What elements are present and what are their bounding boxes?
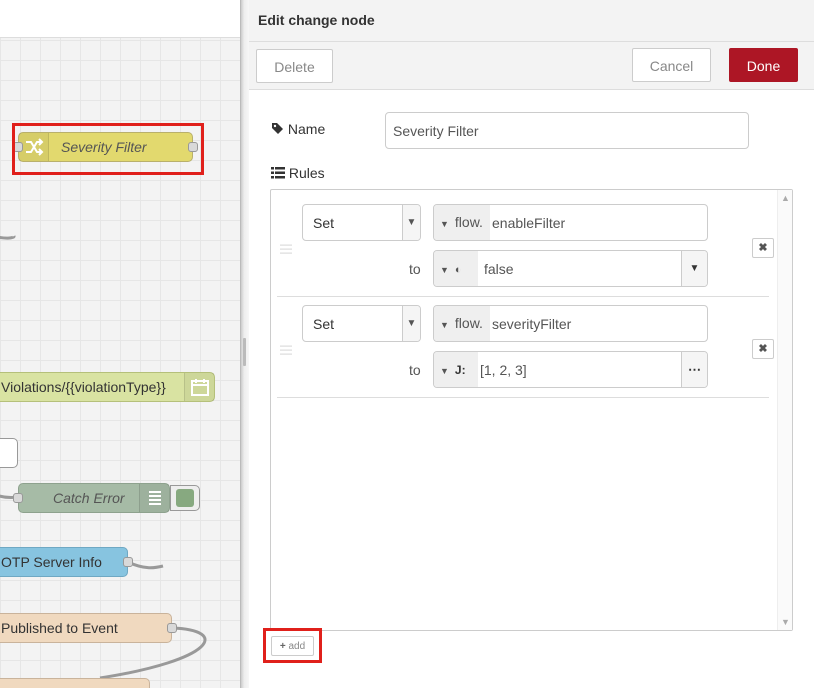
- value-text: [1, 2, 3]: [480, 362, 527, 378]
- delete-rule-button[interactable]: ✖: [752, 238, 774, 258]
- target-type-select[interactable]: ▼ flow.: [434, 306, 490, 341]
- flow-workspace[interactable]: Severity Filter Violations/{{violationTy…: [0, 0, 240, 688]
- add-button-highlight: [263, 628, 322, 663]
- tray-header: Edit change node: [249, 0, 814, 42]
- rule-row: — — — Set ▼ ▼ flow. enableFilter to ▼ ◐ fals…: [277, 196, 774, 297]
- target-type-select[interactable]: ▼ flow.: [434, 205, 490, 240]
- caret-down-icon: ▼: [440, 366, 449, 376]
- name-input[interactable]: [385, 112, 749, 149]
- name-label: Name: [271, 121, 325, 137]
- calendar-icon: [184, 373, 214, 401]
- output-port[interactable]: [167, 623, 177, 633]
- input-port[interactable]: [13, 493, 23, 503]
- chevron-down-icon[interactable]: ▼: [681, 251, 707, 286]
- rule-action-value: Set: [313, 215, 335, 231]
- edit-tray: Edit change node Delete Cancel Done Name…: [249, 0, 814, 688]
- rule-action-select[interactable]: Set ▼: [302, 204, 421, 241]
- list-icon: [139, 484, 169, 512]
- flow-wires: [0, 235, 207, 680]
- json-icon: J:: [454, 363, 466, 377]
- wire-3: [127, 560, 164, 570]
- selection-highlight: [12, 123, 204, 175]
- tray-toolbar: Delete Cancel Done: [249, 42, 814, 90]
- rule-action-value: Set: [313, 316, 335, 332]
- done-button[interactable]: Done: [729, 48, 798, 82]
- rule-value-input[interactable]: ▼ J: [1, 2, 3] ⋯: [433, 351, 708, 388]
- catch-error-node[interactable]: Catch Error: [13, 483, 170, 513]
- chevron-down-icon: ▼: [402, 205, 420, 240]
- to-label: to: [409, 362, 421, 378]
- node-label: Published to Event: [1, 620, 118, 636]
- caret-down-icon: ▼: [440, 320, 449, 330]
- rules-label-text: Rules: [288, 165, 325, 181]
- rules-scrollbar[interactable]: ▲ ▼: [777, 190, 792, 630]
- to-label: to: [409, 261, 421, 277]
- target-value: enableFilter: [492, 215, 566, 231]
- caret-down-icon: ▼: [440, 219, 449, 229]
- violations-node[interactable]: Violations/{{violationType}}: [0, 372, 215, 402]
- rules-label: Rules: [271, 165, 325, 181]
- value-text: false: [484, 261, 514, 277]
- node-label: OTP Server Info: [1, 554, 102, 570]
- partial-node[interactable]: [0, 678, 150, 688]
- published-to-event-node[interactable]: Published to Event: [0, 613, 177, 643]
- drag-handle-icon[interactable]: — — —: [280, 238, 292, 258]
- delete-button[interactable]: Delete: [256, 49, 333, 83]
- list-icon: [271, 165, 289, 181]
- chevron-down-icon: ▼: [402, 306, 420, 341]
- rule-action-select[interactable]: Set ▼: [302, 305, 421, 342]
- caret-down-icon: ▼: [440, 265, 449, 275]
- name-label-text: Name: [287, 121, 326, 137]
- scroll-down-icon[interactable]: ▼: [781, 617, 790, 627]
- blank-node[interactable]: [0, 438, 18, 468]
- target-value: severityFilter: [492, 316, 572, 332]
- value-type-select[interactable]: ▼ J:: [434, 352, 478, 387]
- value-type-select[interactable]: ▼ ◐: [434, 251, 478, 286]
- drag-handle-icon[interactable]: — — —: [280, 339, 292, 359]
- rule-target-input[interactable]: ▼ flow. severityFilter: [433, 305, 708, 342]
- node-toggle-button[interactable]: [170, 485, 200, 511]
- rule-value-input[interactable]: ▼ ◐ false ▼: [433, 250, 708, 287]
- rules-list: — — — Set ▼ ▼ flow. enableFilter to ▼ ◐ fals…: [270, 189, 793, 631]
- node-label: Violations/{{violationType}}: [1, 379, 166, 395]
- ellipsis-icon[interactable]: ⋯: [681, 352, 707, 387]
- tag-icon: [271, 121, 288, 137]
- otp-server-info-node[interactable]: OTP Server Info: [0, 547, 133, 577]
- tray-resize-handle[interactable]: [243, 338, 246, 366]
- wire-1: [0, 235, 16, 240]
- boolean-icon: ◐: [454, 264, 462, 276]
- rule-row: — — — Set ▼ ▼ flow. severityFilter to ▼ J: […: [277, 297, 774, 398]
- scroll-up-icon[interactable]: ▲: [781, 193, 790, 203]
- cancel-button[interactable]: Cancel: [632, 48, 711, 82]
- rule-target-input[interactable]: ▼ flow. enableFilter: [433, 204, 708, 241]
- node-label: Catch Error: [53, 490, 125, 506]
- tray-title: Edit change node: [258, 12, 375, 28]
- output-port[interactable]: [123, 557, 133, 567]
- delete-rule-button[interactable]: ✖: [752, 339, 774, 359]
